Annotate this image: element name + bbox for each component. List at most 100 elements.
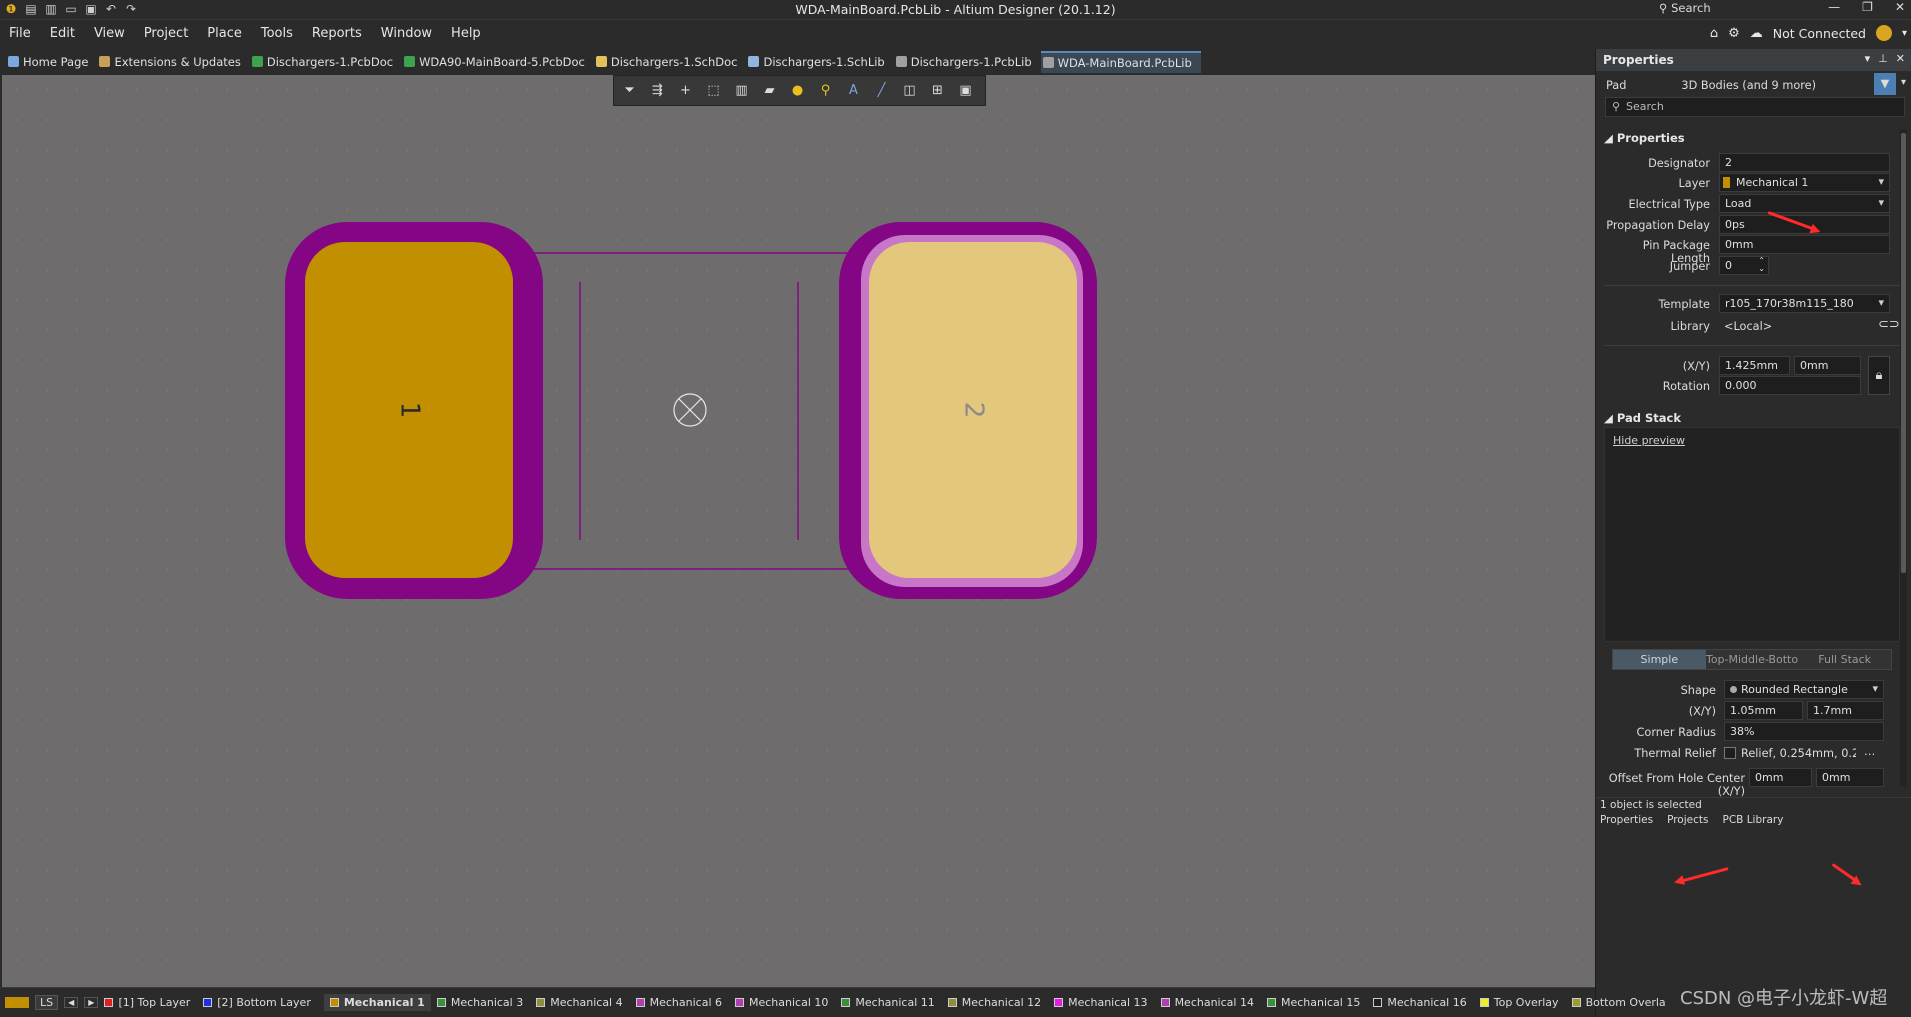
layer-tab-label: Mechanical 16 bbox=[1387, 996, 1467, 1009]
mode-full-stack[interactable]: Full Stack bbox=[1798, 650, 1892, 669]
tab-3[interactable]: WDA90-MainBoard-5.PcbDoc bbox=[402, 51, 594, 73]
restore-button[interactable]: ❐ bbox=[1862, 0, 1873, 14]
menu-edit[interactable]: Edit bbox=[50, 26, 75, 41]
size-label: (X/Y) bbox=[1688, 705, 1716, 718]
close-button[interactable]: ✕ bbox=[1895, 0, 1905, 14]
filter-dropdown-icon[interactable]: ▾ bbox=[1901, 77, 1906, 88]
panel-search-input[interactable]: ⚲ Search bbox=[1605, 97, 1905, 117]
thermal-relief-label: Thermal Relief bbox=[1634, 747, 1716, 760]
layer-tab-9[interactable]: Mechanical 13 bbox=[1054, 996, 1154, 1009]
layer-tab-12[interactable]: Mechanical 16 bbox=[1373, 996, 1473, 1009]
stepper-arrows-icon[interactable]: ⌃ ⌄ bbox=[1758, 257, 1765, 273]
tab-5[interactable]: Dischargers-1.SchLib bbox=[746, 51, 893, 73]
layer-color-swatch bbox=[635, 998, 645, 1007]
pin-package-length-field[interactable]: 0mm bbox=[1719, 235, 1890, 254]
avatar[interactable] bbox=[1875, 25, 1892, 41]
layer-color-swatch bbox=[329, 998, 339, 1007]
template-select[interactable]: r105_170r38m115_180 bbox=[1719, 294, 1890, 313]
minimize-button[interactable]: — bbox=[1828, 0, 1840, 14]
layer-tab-7[interactable]: Mechanical 11 bbox=[841, 996, 941, 1009]
hide-preview-link[interactable]: Hide preview bbox=[1613, 434, 1685, 447]
gear-icon[interactable]: ⚙ bbox=[1728, 26, 1740, 41]
menu-place[interactable]: Place bbox=[207, 26, 242, 41]
menu-help[interactable]: Help bbox=[451, 26, 481, 41]
layer-tab-0[interactable]: [1] Top Layer bbox=[104, 996, 197, 1009]
menu-tools[interactable]: Tools bbox=[261, 26, 293, 41]
tab-0[interactable]: Home Page bbox=[6, 51, 97, 73]
size-y-field[interactable]: 1.7mm bbox=[1807, 701, 1884, 720]
search-icon: ⚲ bbox=[1612, 100, 1621, 113]
tab-4[interactable]: Dischargers-1.SchDoc bbox=[594, 51, 747, 73]
menu-project[interactable]: Project bbox=[144, 26, 188, 41]
layer-tab-6[interactable]: Mechanical 10 bbox=[735, 996, 835, 1009]
layer-tab-label: Mechanical 11 bbox=[855, 996, 935, 1009]
menu-window[interactable]: Window bbox=[381, 26, 432, 41]
tab-2[interactable]: Dischargers-1.PcbDoc bbox=[250, 51, 402, 73]
layer-tab-13[interactable]: Top Overlay bbox=[1479, 996, 1566, 1009]
panel-scrollbar-thumb[interactable] bbox=[1901, 133, 1906, 573]
library-label: Library bbox=[1670, 320, 1710, 333]
lock-icon[interactable]: 🔒︎ bbox=[1868, 356, 1890, 395]
y-field[interactable]: 0mm bbox=[1794, 356, 1861, 375]
panel-menu-icon[interactable]: ▾ bbox=[1865, 52, 1871, 65]
mode-simple[interactable]: Simple bbox=[1613, 650, 1706, 669]
tab-7[interactable]: WDA-MainBoard.PcbLib bbox=[1040, 50, 1201, 73]
template-label: Template bbox=[1658, 298, 1710, 311]
corner-radius-field[interactable]: 38% bbox=[1724, 722, 1884, 741]
pin-icon[interactable]: ⊥ bbox=[1878, 52, 1888, 65]
layer-tab-5[interactable]: Mechanical 6 bbox=[635, 996, 729, 1009]
pcbdoc-icon bbox=[251, 56, 263, 67]
section-pad-stack[interactable]: ◢ Pad Stack bbox=[1604, 411, 1681, 425]
panel-tab-pcb-library[interactable]: PCB Library bbox=[1722, 814, 1783, 826]
panel-tab-properties[interactable]: Properties bbox=[1600, 814, 1653, 826]
search-icon: ⚲ bbox=[1659, 1, 1668, 15]
shape-select[interactable]: Rounded Rectangle bbox=[1724, 680, 1884, 699]
menu-file[interactable]: File bbox=[9, 26, 31, 41]
layer-tab-14[interactable]: Bottom Overla bbox=[1571, 996, 1673, 1009]
filter-icon[interactable]: ▼ bbox=[1874, 73, 1896, 95]
panel-scrollbar[interactable] bbox=[1900, 129, 1907, 787]
mode-top-middle-bottom[interactable]: Top-Middle-Botto bbox=[1705, 650, 1799, 669]
layer-tab-11[interactable]: Mechanical 15 bbox=[1266, 996, 1367, 1009]
layer-set-button[interactable]: LS bbox=[35, 995, 59, 1010]
altium-window: ❶ ▤ ▥ ▭ ▣ ↶ ↷ WDA-MainBoard.PcbLib - Alt… bbox=[0, 0, 1911, 1017]
pcb-library-canvas[interactable]: ⏷ ⇶ + ⬚ ▥ ▰ ● ⚲ A ╱ ◫ ⊞ ▣ 1 2 bbox=[2, 75, 1595, 987]
designator-field[interactable]: 2 bbox=[1719, 153, 1890, 172]
layer-select[interactable]: Mechanical 1 bbox=[1719, 173, 1890, 192]
more-icon[interactable]: … bbox=[1864, 745, 1875, 758]
filter-summary[interactable]: 3D Bodies (and 9 more) bbox=[1681, 79, 1816, 92]
offset-x-field[interactable]: 0mm bbox=[1749, 768, 1812, 787]
close-icon[interactable]: ✕ bbox=[1896, 52, 1905, 65]
link-icon[interactable]: ⊂⊃ bbox=[1878, 317, 1900, 332]
rotation-field[interactable]: 0.000 bbox=[1719, 376, 1861, 395]
electrical-type-select[interactable]: Load bbox=[1719, 194, 1890, 213]
menu-view[interactable]: View bbox=[94, 26, 125, 41]
document-tabs: Home Page Extensions & Updates Dischargers… bbox=[0, 49, 1595, 74]
section-properties[interactable]: ◢ Properties bbox=[1604, 131, 1685, 145]
layer-tab-label: [2] Bottom Layer bbox=[217, 996, 311, 1009]
offset-y-field[interactable]: 0mm bbox=[1816, 768, 1884, 787]
tab-1[interactable]: Extensions & Updates bbox=[97, 51, 249, 73]
menu-reports[interactable]: Reports bbox=[312, 26, 362, 41]
layer-tab-label: Mechanical 4 bbox=[550, 996, 623, 1009]
global-search[interactable]: ⚲ Search bbox=[1655, 1, 1805, 18]
chevron-down-icon[interactable]: ▾ bbox=[1902, 28, 1907, 39]
connection-status[interactable]: Not Connected bbox=[1773, 26, 1866, 41]
size-x-field[interactable]: 1.05mm bbox=[1724, 701, 1803, 720]
title-bar: ❶ ▤ ▥ ▭ ▣ ↶ ↷ WDA-MainBoard.PcbLib - Alt… bbox=[0, 0, 1911, 20]
layer-tab-4[interactable]: Mechanical 4 bbox=[536, 996, 629, 1009]
current-layer-swatch[interactable] bbox=[5, 997, 29, 1008]
layer-tab-8[interactable]: Mechanical 12 bbox=[947, 996, 1048, 1009]
layer-tab-3[interactable]: Mechanical 3 bbox=[436, 996, 530, 1009]
panel-tab-projects[interactable]: Projects bbox=[1667, 814, 1708, 826]
scroll-right-icon[interactable]: ▶ bbox=[84, 997, 99, 1008]
layer-tab-10[interactable]: Mechanical 14 bbox=[1160, 996, 1261, 1009]
x-field[interactable]: 1.425mm bbox=[1719, 356, 1790, 375]
jumper-stepper[interactable]: 0 ⌃ ⌄ bbox=[1719, 256, 1769, 275]
thermal-relief-checkbox[interactable] bbox=[1724, 747, 1736, 759]
scroll-left-icon[interactable]: ◀ bbox=[64, 997, 79, 1008]
layer-tab-2[interactable]: Mechanical 1 bbox=[323, 994, 431, 1011]
layer-tab-1[interactable]: [2] Bottom Layer bbox=[203, 996, 318, 1009]
home-icon[interactable]: ⌂ bbox=[1710, 26, 1718, 41]
tab-6[interactable]: Dischargers-1.PcbLib bbox=[894, 51, 1041, 73]
